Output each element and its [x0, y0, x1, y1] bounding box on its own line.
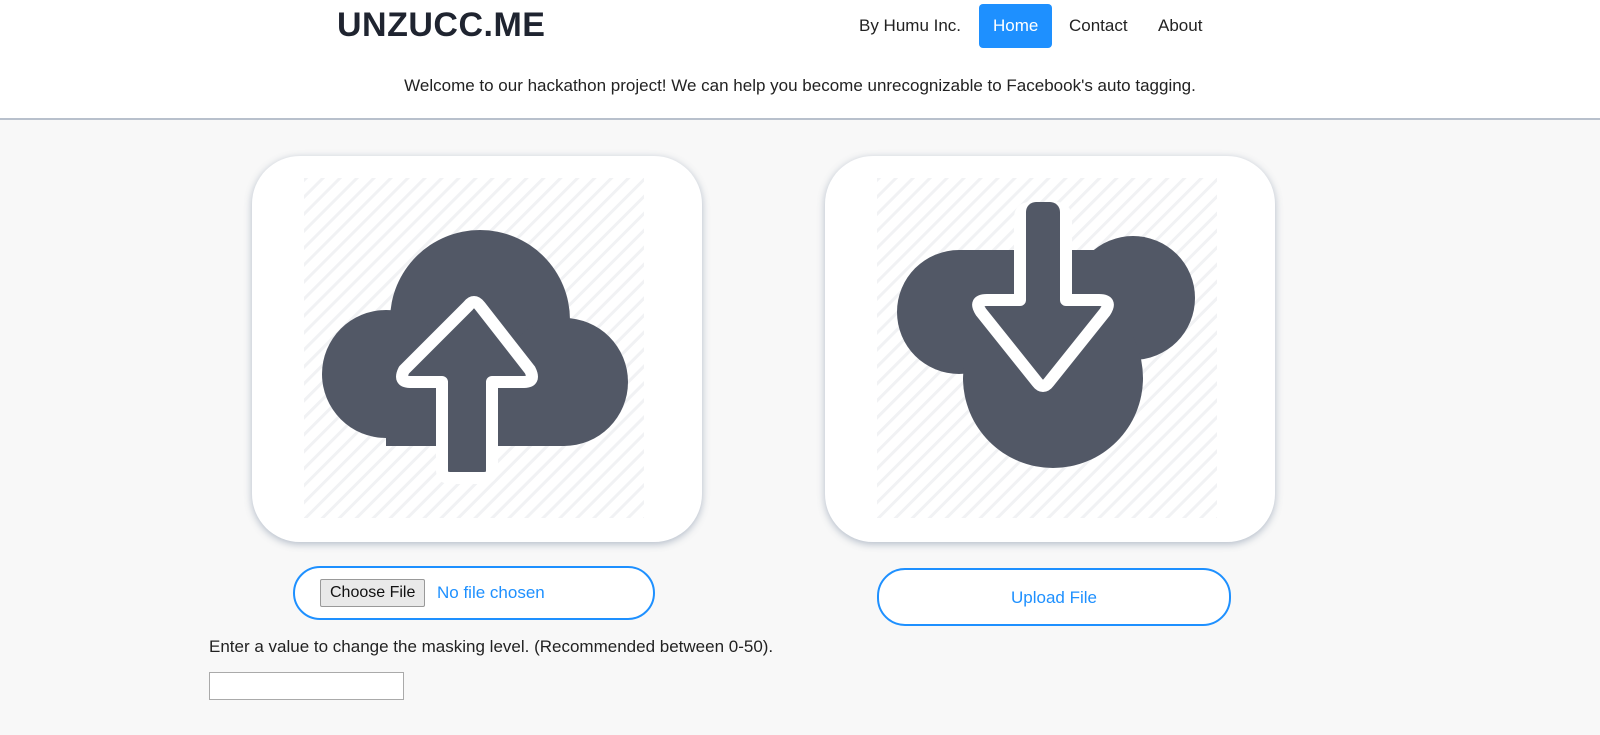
cloud-download-icon	[877, 178, 1217, 518]
masking-hint: Enter a value to change the masking leve…	[209, 637, 774, 656]
nav-contact[interactable]: Contact	[1069, 4, 1128, 48]
file-status: No file chosen	[437, 583, 545, 602]
upload-image-card[interactable]	[252, 156, 702, 542]
choose-file-button[interactable]: Choose File	[320, 579, 426, 607]
upload-file-button[interactable]: Upload File	[877, 568, 1231, 626]
nav-home[interactable]: Home	[979, 4, 1053, 48]
welcome-text: Welcome to our hackathon project! We can…	[404, 76, 1196, 95]
header: UNZUCC.ME By Humu Inc. Home Contact Abou…	[0, 0, 1600, 120]
nav-by-humu[interactable]: By Humu Inc.	[859, 4, 961, 48]
nav-bar: By Humu Inc. Home Contact About	[0, 4, 1600, 48]
nav-about[interactable]: About	[1158, 4, 1202, 48]
file-input[interactable]: Choose File No file chosen	[293, 566, 655, 620]
upload-file-label: Upload File	[1011, 588, 1097, 607]
download-image-card[interactable]	[825, 156, 1275, 542]
masking-level-input[interactable]	[209, 672, 404, 700]
cloud-upload-icon	[304, 178, 644, 518]
